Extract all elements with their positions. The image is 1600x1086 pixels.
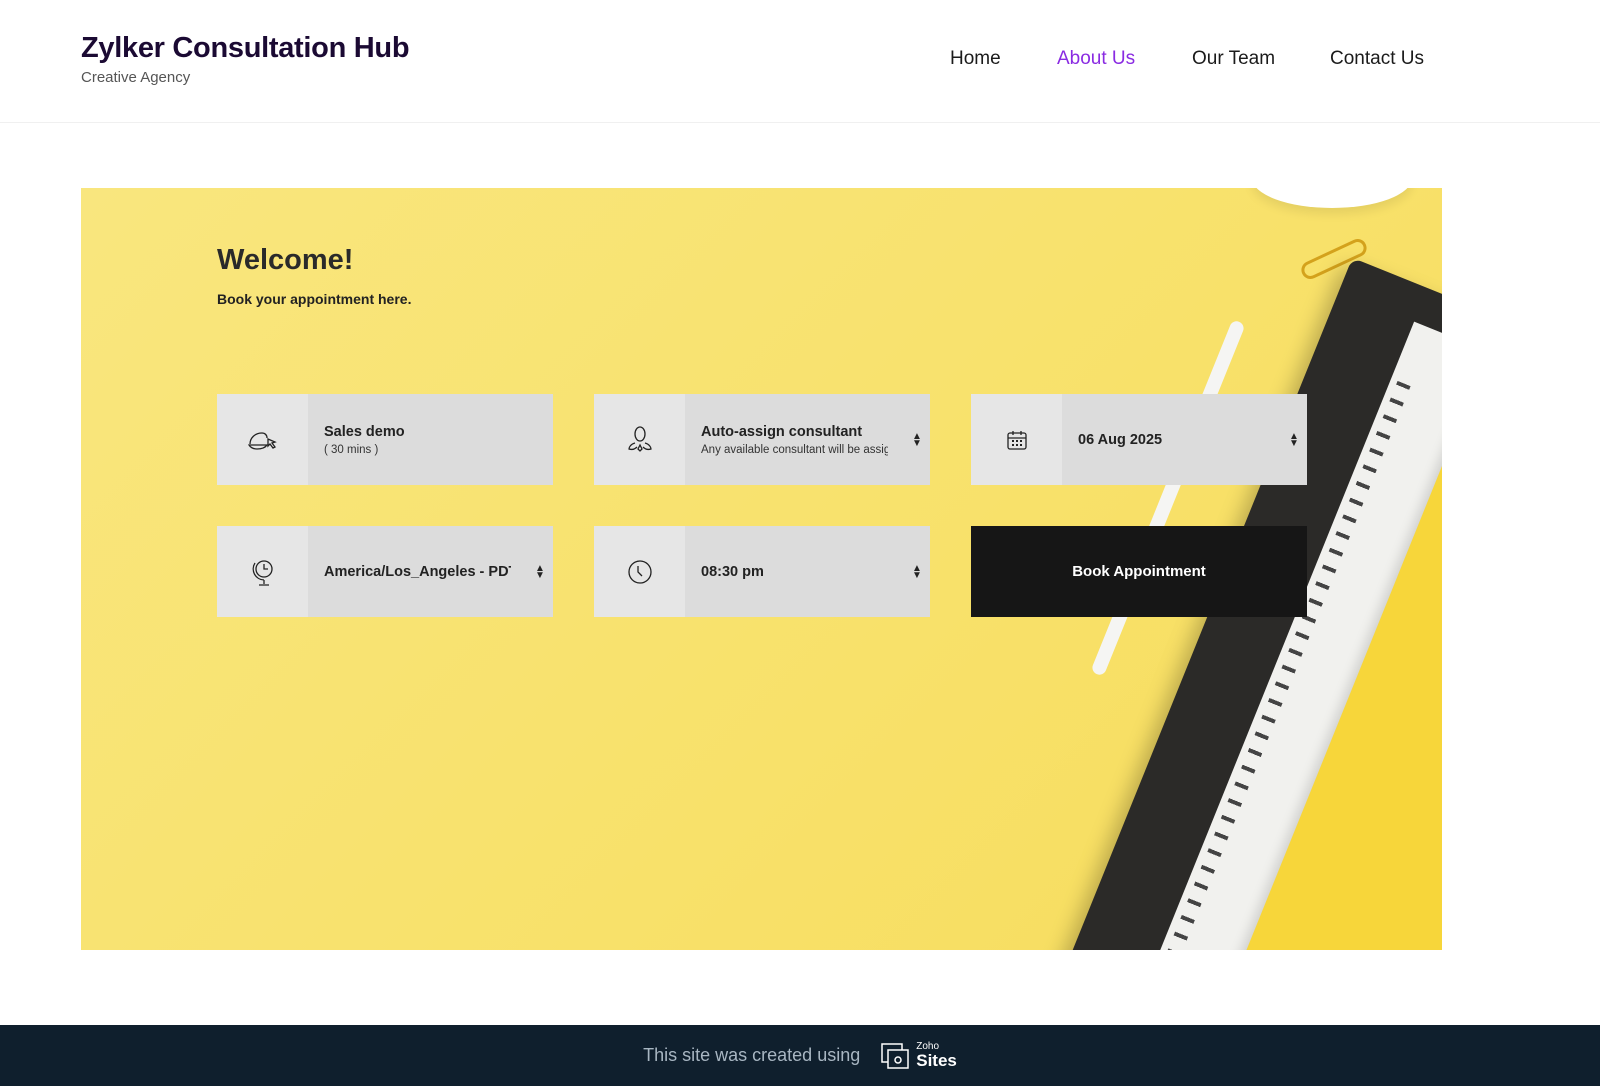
date-picker[interactable]: 06 Aug 2025 ▲ ▼ xyxy=(971,394,1307,485)
booking-hero: Welcome! Book your appointment here. Sal… xyxy=(81,188,1442,950)
service-select[interactable]: Sales demo ( 30 mins ) xyxy=(217,394,553,485)
brand[interactable]: Zylker Consultation Hub Creative Agency xyxy=(81,32,410,86)
welcome-heading: Welcome! xyxy=(217,244,354,276)
sites-label: Sites xyxy=(916,1051,957,1070)
service-duration: ( 30 mins ) xyxy=(324,443,379,456)
timezone-value: America/Los_Angeles - PDT (-... xyxy=(324,563,511,580)
time-value: 08:30 pm xyxy=(701,563,764,580)
zoho-sites-icon xyxy=(881,1042,909,1069)
nav-home[interactable]: Home xyxy=(950,48,1001,70)
site-tagline: Creative Agency xyxy=(81,69,191,86)
zoho-sites-logo[interactable]: Zoho Sites xyxy=(880,1042,957,1070)
date-value: 06 Aug 2025 xyxy=(1078,431,1163,448)
time-select[interactable]: 08:30 pm ▲ ▼ xyxy=(594,526,930,617)
service-icon xyxy=(217,394,308,485)
sort-arrows-icon: ▲ ▼ xyxy=(912,430,922,449)
calendar-icon xyxy=(971,394,1062,485)
consultant-select[interactable]: Auto-assign consultant Any available con… xyxy=(594,394,930,485)
consultant-name: Auto-assign consultant xyxy=(701,423,863,440)
nav-about-us[interactable]: About Us xyxy=(1057,48,1135,70)
coffee-cup-image xyxy=(1252,188,1412,208)
nav-contact-us[interactable]: Contact Us xyxy=(1330,48,1424,70)
sort-arrows-icon: ▲ ▼ xyxy=(1289,430,1299,449)
book-appointment-button[interactable]: Book Appointment xyxy=(971,526,1307,617)
welcome-block: Welcome! Book your appointment here. xyxy=(217,244,411,307)
site-footer: This site was created using Zoho Sites xyxy=(0,1025,1600,1086)
sort-arrows-icon: ▲ ▼ xyxy=(912,562,922,581)
timezone-icon xyxy=(217,526,308,617)
timezone-select[interactable]: America/Los_Angeles - PDT (-... ▲▼ xyxy=(217,526,553,617)
consultant-icon xyxy=(594,394,685,485)
site-title[interactable]: Zylker Consultation Hub xyxy=(81,32,410,65)
welcome-subheading: Book your appointment here. xyxy=(217,291,412,307)
clock-icon xyxy=(594,526,685,617)
site-header: Zylker Consultation Hub Creative Agency … xyxy=(0,0,1600,123)
service-name: Sales demo xyxy=(324,423,405,440)
sort-arrows-icon: ▲ ▼ xyxy=(535,562,545,581)
footer-text: This site was created using xyxy=(643,1045,861,1065)
consultant-note: Any available consultant will be assig..… xyxy=(701,443,888,456)
nav-our-team[interactable]: Our Team xyxy=(1192,48,1275,70)
